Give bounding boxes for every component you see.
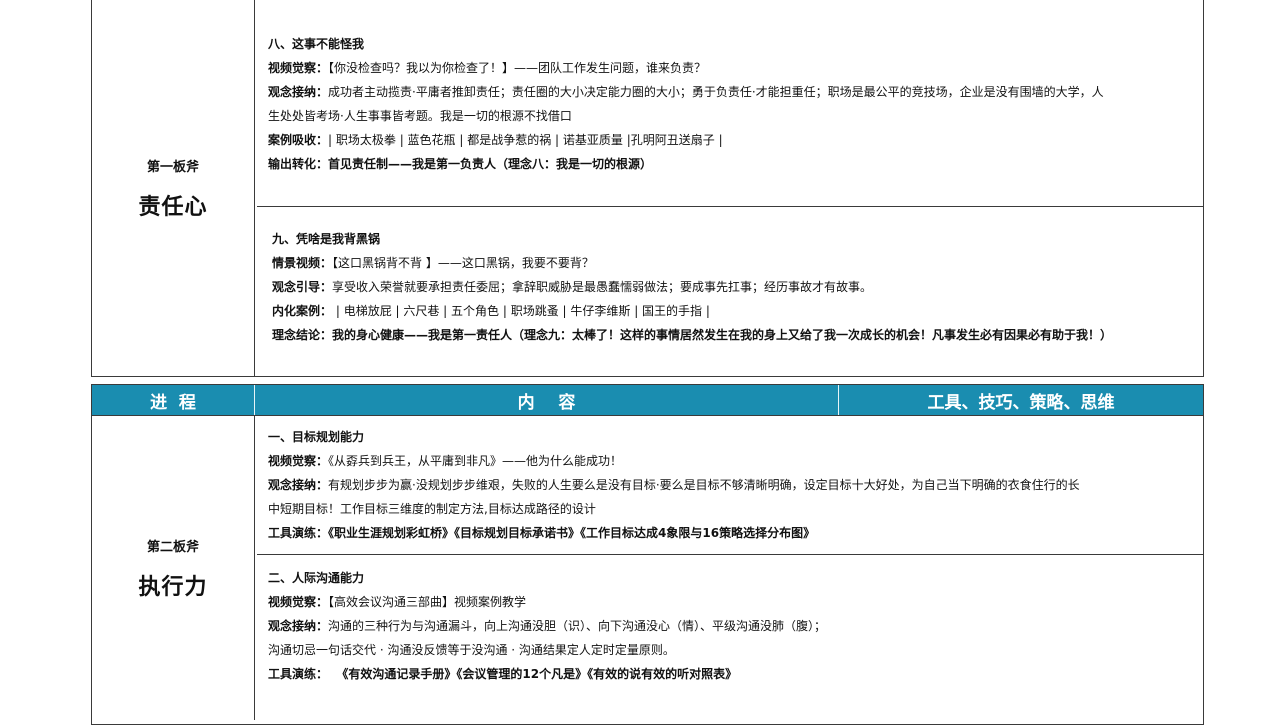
concept-text: 有规划步步为赢·没规划步步维艰，失败的人生要么是没有目标·要么是目标不够清晰明确… bbox=[328, 478, 1080, 492]
output-label: 输出转化： bbox=[268, 157, 329, 171]
concept-text: 成功者主动揽责·平庸者推卸责任；责任圈的大小决定能力圈的大小；勇于负责任·才能担… bbox=[328, 85, 1104, 99]
stage-cell-execution: 第二板斧 执行力 bbox=[92, 416, 254, 720]
video-label: 情景视频： bbox=[272, 256, 333, 270]
concept-text: 享受收入荣誉就要承担责任委屈；拿辞职威胁是最愚蠢懦弱做法；要成事先扛事；经历事故… bbox=[332, 280, 873, 294]
concept-label: 观念接纳： bbox=[268, 619, 329, 633]
concept-label: 观念引导： bbox=[272, 280, 333, 294]
output-text: 首见责任制——我是第一负责人（理念八：我是一切的根源） bbox=[328, 157, 653, 171]
module-title: 九、凭啥是我背黑锅 bbox=[272, 232, 381, 246]
video-label: 视频觉察： bbox=[268, 61, 329, 75]
section1-row-divider bbox=[257, 206, 1204, 207]
video-label: 视频觉察： bbox=[268, 454, 329, 468]
video-text: 【高效会议沟通三部曲】视频案例教学 bbox=[328, 595, 527, 609]
module-2: 二、人际沟通能力 视频觉察：【高效会议沟通三部曲】视频案例教学 观念接纳：沟通的… bbox=[268, 566, 1198, 686]
video-text: 【你没检查吗？我以为你检查了！】——团队工作发生问题，谁来负责？ bbox=[328, 61, 707, 75]
tool-label: 工具演练： bbox=[268, 526, 329, 540]
module-title: 二、人际沟通能力 bbox=[268, 571, 365, 585]
case-label: 内化案例： bbox=[272, 304, 333, 318]
module-8: 八、这事不能怪我 视频觉察：【你没检查吗？我以为你检查了！】——团队工作发生问题… bbox=[268, 32, 1198, 176]
section1-column-divider bbox=[254, 0, 255, 376]
module-title: 八、这事不能怪我 bbox=[268, 37, 365, 51]
video-text: 【这口黑锅背不背 】——这口黑锅，我要不要背？ bbox=[332, 256, 594, 270]
header-progress: 进 程 bbox=[150, 392, 196, 413]
module-1: 一、目标规划能力 视频觉察：《从孬兵到兵王，从平庸到非凡》——他为什么能成功！ … bbox=[268, 425, 1198, 545]
tool-text: 《有效沟通记录手册》《会议管理的12个凡是》《有效的说有效的听对照表》 bbox=[328, 667, 738, 681]
conclusion-label: 理念结论： bbox=[272, 328, 333, 342]
header-tools: 工具、技巧、策略、思维 bbox=[927, 392, 1115, 413]
table-header: 进 程 内 容 工具、技巧、策略、思维 bbox=[91, 384, 1204, 416]
tool-text: 《职业生涯规划彩虹桥》《目标规划目标承诺书》《工作目标达成4象限与16策略选择分… bbox=[328, 526, 816, 540]
concept-text: 沟通的三种行为与沟通漏斗，向上沟通没胆（识）、向下沟通没心（情）、平级沟通没肺（… bbox=[328, 619, 827, 633]
concept-label: 观念接纳： bbox=[268, 478, 329, 492]
module-title: 一、目标规划能力 bbox=[268, 430, 365, 444]
concept-text-continued: 中短期目标！工作目标三维度的制定方法,目标达成路径的设计 bbox=[268, 502, 596, 516]
stage-name: 责任心 bbox=[138, 194, 208, 220]
module-9: 九、凭啥是我背黑锅 情景视频：【这口黑锅背不背 】——这口黑锅，我要不要背？ 观… bbox=[272, 227, 1202, 347]
case-text: | 电梯放屁 | 六尺巷 | 五个角色 | 职场跳蚤 | 牛仔李维斯 | 国王的… bbox=[332, 304, 710, 318]
stage-label: 第一板斧 bbox=[146, 159, 199, 175]
section2-row-divider bbox=[257, 554, 1204, 555]
header-content: 内 容 bbox=[517, 392, 576, 413]
section2-column-divider bbox=[254, 416, 255, 720]
video-label: 视频觉察： bbox=[268, 595, 329, 609]
case-label: 案例吸收： bbox=[268, 133, 329, 147]
concept-text-continued: 沟通切忌一句话交代 · 沟通没反馈等于没沟通 · 沟通结果定人定时定量原则。 bbox=[268, 643, 675, 657]
conclusion-text: 我的身心健康——我是第一责任人（理念九：太棒了！这样的事情居然发生在我的身上又给… bbox=[332, 328, 1113, 342]
case-text: | 职场太极拳 | 蓝色花瓶 | 都是战争惹的祸 | 诺基亚质量 |孔明阿丑送扇… bbox=[328, 133, 723, 147]
video-text: 《从孬兵到兵王，从平庸到非凡》——他为什么能成功！ bbox=[328, 454, 623, 468]
tool-label: 工具演练： bbox=[268, 667, 329, 681]
stage-cell-responsibility: 第一板斧 责任心 bbox=[92, 0, 254, 376]
stage-label: 第二板斧 bbox=[146, 539, 199, 555]
concept-label: 观念接纳： bbox=[268, 85, 329, 99]
concept-text-continued: 生处处皆考场·人生事事皆考题。我是一切的根源不找借口 bbox=[268, 109, 572, 123]
stage-name: 执行力 bbox=[138, 574, 208, 600]
